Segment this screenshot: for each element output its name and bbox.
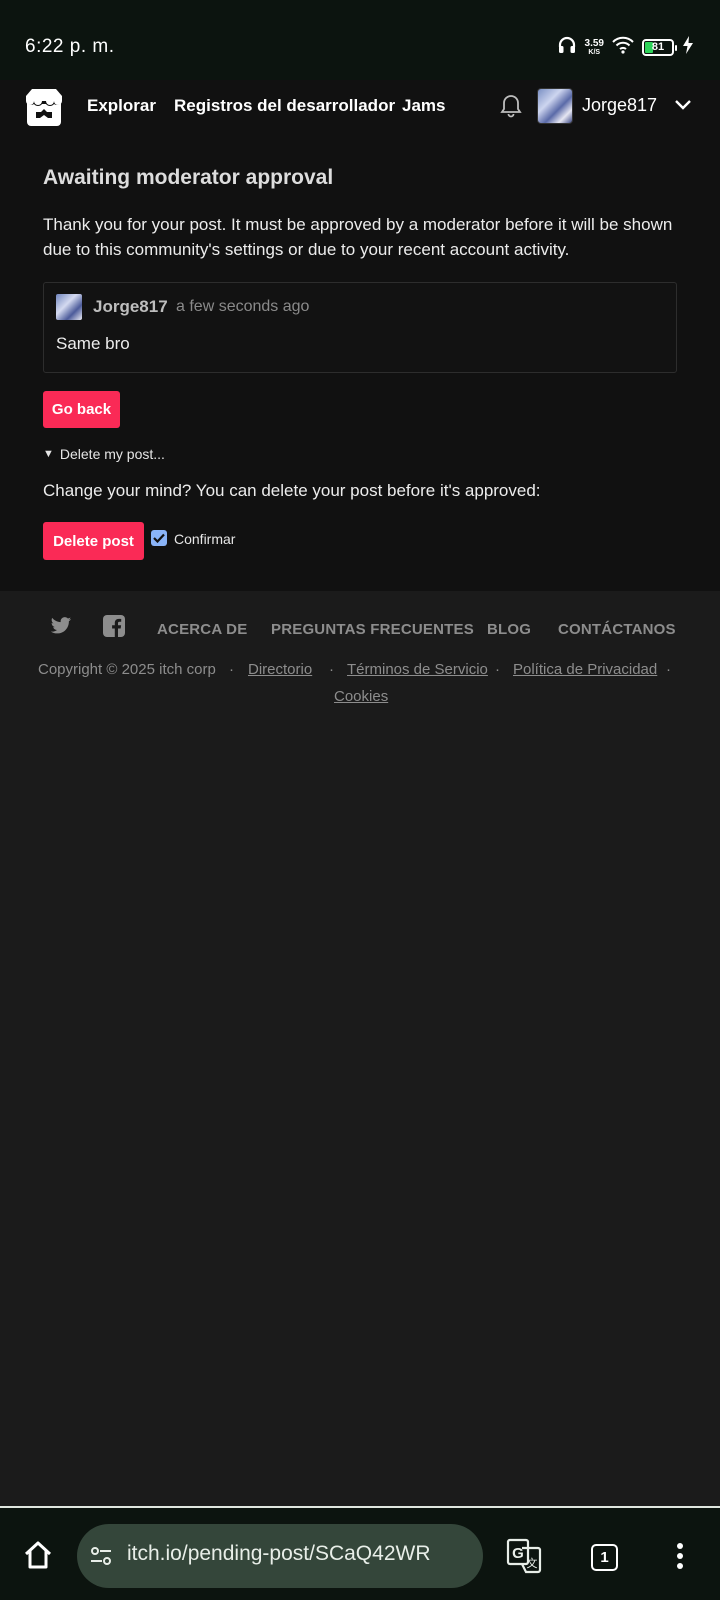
charging-bolt-icon bbox=[682, 35, 694, 59]
copyright-text: Copyright © 2025 itch corp bbox=[38, 661, 216, 678]
confirm-label[interactable]: Confirmar bbox=[174, 531, 235, 547]
post-body: Same bro bbox=[56, 334, 130, 353]
delete-details-toggle[interactable]: ▼ Delete my post... bbox=[43, 446, 165, 462]
footer-link-directorio[interactable]: Directorio bbox=[248, 661, 312, 678]
chevron-down-icon[interactable] bbox=[674, 98, 692, 116]
footer-link-faq[interactable]: PREGUNTAS FRECUENTES bbox=[271, 621, 474, 638]
footer-link-privacy[interactable]: Política de Privacidad bbox=[513, 661, 657, 678]
separator: · bbox=[229, 661, 234, 678]
nav-link-registros[interactable]: Registros del desarrollador bbox=[174, 96, 395, 116]
wifi-icon bbox=[612, 36, 634, 59]
net-speed: 3.59 K/S bbox=[584, 37, 604, 56]
battery-icon: 81 bbox=[642, 38, 677, 56]
nav-link-jams[interactable]: Jams bbox=[402, 96, 445, 116]
avatar[interactable] bbox=[537, 88, 573, 124]
change-mind-text: Change your mind? You can delete your po… bbox=[43, 481, 541, 500]
status-time: 6:22 p. m. bbox=[25, 36, 115, 57]
tab-count: 1 bbox=[600, 1549, 609, 1566]
facebook-icon[interactable] bbox=[103, 615, 125, 642]
confirm-field[interactable]: Confirmar bbox=[151, 528, 235, 547]
address-bar[interactable]: itch.io/pending-post/SCaQ42WR bbox=[77, 1524, 483, 1588]
go-back-button[interactable]: Go back bbox=[43, 391, 120, 428]
twitter-icon[interactable] bbox=[50, 616, 72, 641]
tabs-icon[interactable]: 1 bbox=[591, 1544, 618, 1571]
approval-notice: Thank you for your post. It must be appr… bbox=[43, 215, 673, 259]
translate-icon[interactable]: G 文 bbox=[506, 1538, 542, 1579]
status-icons: 3.59 K/S 81 bbox=[557, 35, 694, 60]
site-settings-icon[interactable] bbox=[89, 1544, 113, 1573]
footer: ACERCA DE PREGUNTAS FRECUENTES BLOG CONT… bbox=[0, 591, 720, 721]
nav-link-explorar[interactable]: Explorar bbox=[87, 96, 156, 116]
triangle-down-icon: ▼ bbox=[43, 448, 54, 460]
footer-link-about[interactable]: ACERCA DE bbox=[157, 621, 247, 638]
home-icon[interactable] bbox=[22, 1539, 54, 1576]
footer-link-terms[interactable]: Términos de Servicio bbox=[347, 661, 488, 678]
itchio-logo-icon[interactable] bbox=[22, 86, 66, 130]
top-nav: Explorar Registros del desarrollador Jam… bbox=[0, 80, 720, 136]
headphones-icon bbox=[557, 35, 577, 60]
details-summary: Delete my post... bbox=[59, 446, 165, 462]
nav-username[interactable]: Jorge817 bbox=[582, 95, 657, 116]
svg-text:文: 文 bbox=[527, 1556, 538, 1570]
post-avatar[interactable] bbox=[56, 294, 82, 320]
status-bar: 6:22 p. m. 3.59 K/S 81 bbox=[0, 0, 720, 80]
url-text[interactable]: itch.io/pending-post/SCaQ42WR bbox=[127, 1542, 431, 1566]
separator: · bbox=[666, 661, 671, 678]
main-panel: Awaiting moderator approval Thank you fo… bbox=[0, 136, 720, 591]
separator: · bbox=[495, 661, 500, 678]
separator: · bbox=[329, 661, 334, 678]
post-time: a few seconds ago bbox=[176, 298, 310, 315]
footer-link-contact[interactable]: CONTÁCTANOS bbox=[558, 621, 676, 638]
footer-link-blog[interactable]: BLOG bbox=[487, 621, 531, 638]
pending-post: Jorge817 a few seconds ago Same bro bbox=[43, 282, 677, 373]
footer-link-cookies[interactable]: Cookies bbox=[334, 688, 388, 705]
more-menu-icon[interactable] bbox=[676, 1542, 684, 1575]
bell-icon[interactable] bbox=[500, 94, 522, 123]
browser-toolbar: itch.io/pending-post/SCaQ42WR G 文 1 bbox=[0, 1506, 720, 1600]
page-title: Awaiting moderator approval bbox=[43, 166, 334, 189]
delete-post-button[interactable]: Delete post bbox=[43, 522, 144, 560]
confirm-checkbox[interactable] bbox=[151, 529, 167, 546]
post-author[interactable]: Jorge817 bbox=[93, 297, 168, 317]
